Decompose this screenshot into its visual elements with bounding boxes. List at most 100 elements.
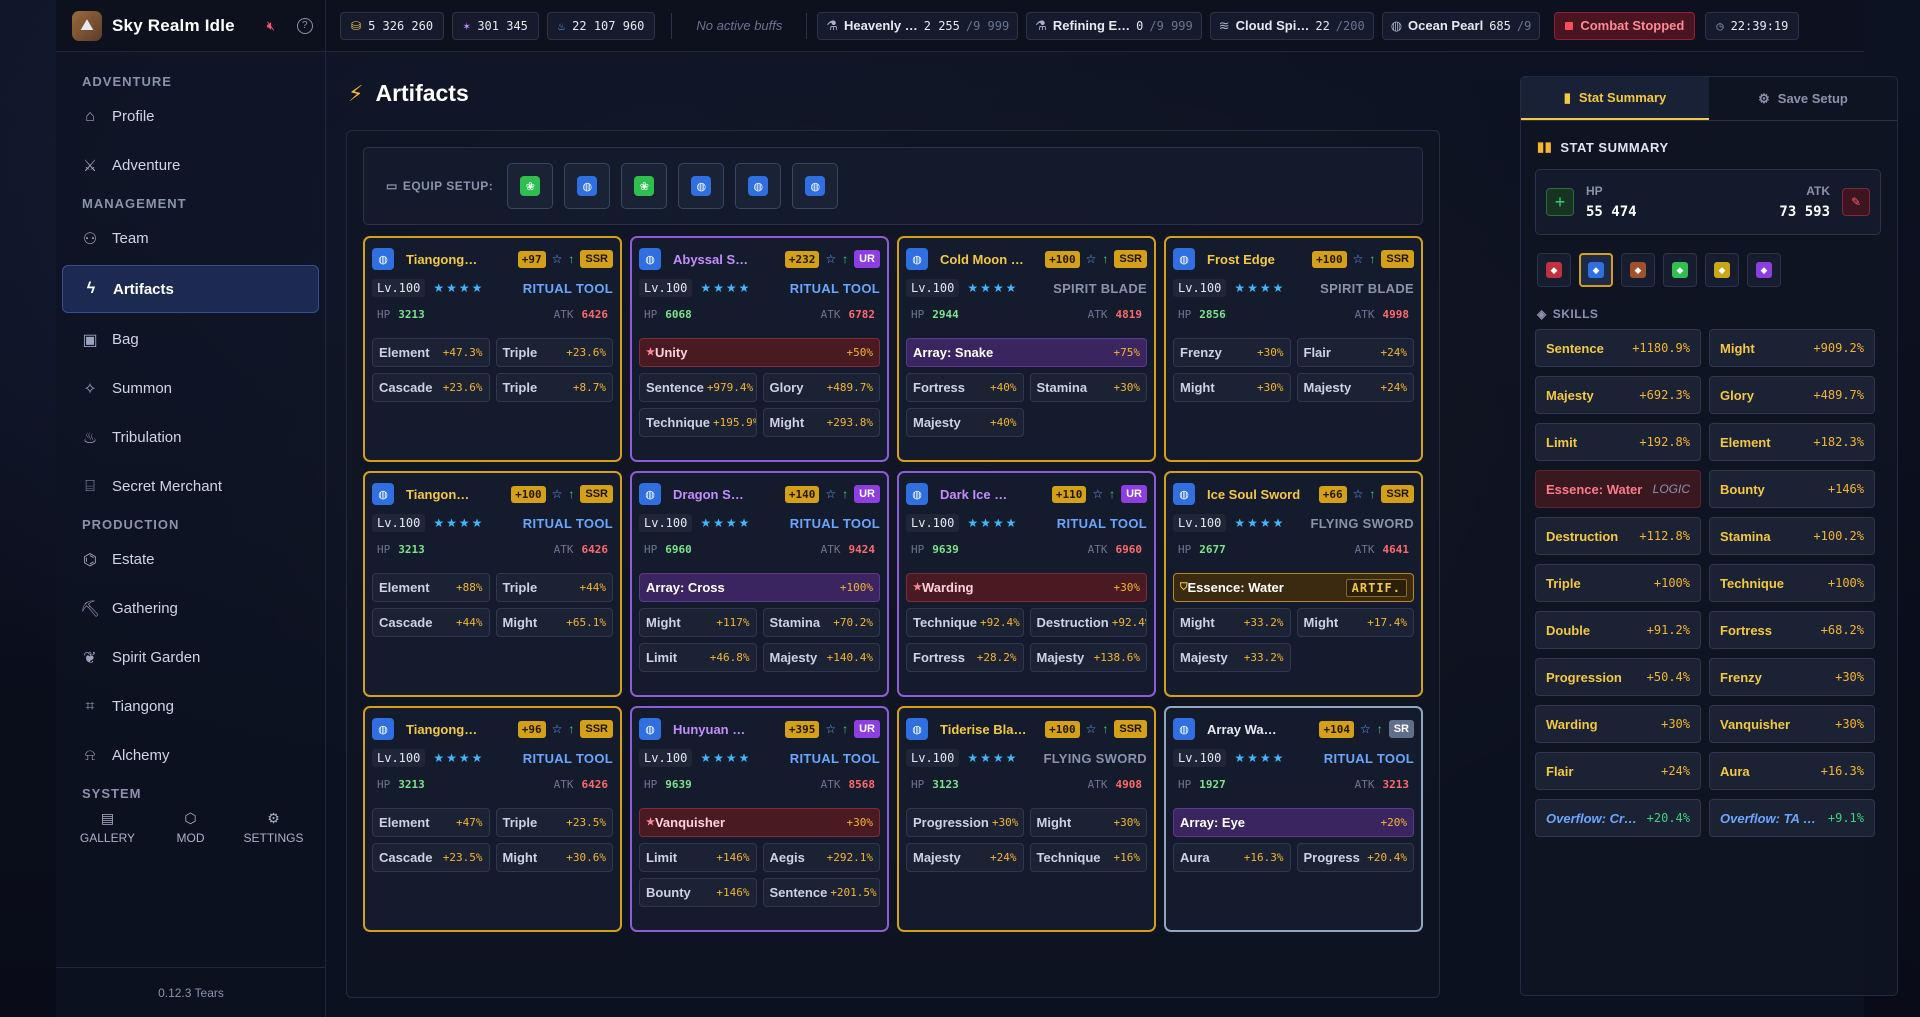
upgrade-arrow-icon[interactable]: ↑ — [842, 252, 848, 266]
artifact-card[interactable]: ◍ Ice Soul Sword +66 ☆ ↑ SSR Lv.100 ★★★★ FLYING … — [1164, 471, 1423, 697]
upgrade-arrow-icon[interactable]: ↑ — [1369, 252, 1375, 266]
equip-slot[interactable]: ◍ — [678, 163, 725, 209]
artifact-card[interactable]: ◍ Cold Moon … +100 ☆ ↑ SSR Lv.100 ★★★★ SPIRIT BL… — [897, 236, 1156, 462]
mute-icon[interactable]: 🔇︎ — [263, 18, 279, 34]
star-outline-icon[interactable]: ☆ — [825, 487, 836, 501]
special-affix: Array: Cross +100% — [639, 573, 880, 602]
sidebar-item-spirit-garden[interactable]: ❦ Spirit Garden — [62, 633, 319, 682]
artifact-card[interactable]: ◍ Abyssal S… +232 ☆ ↑ UR Lv.100 ★★★★ RITUAL TOOL… — [630, 236, 889, 462]
sidebar-item-secret-merchant[interactable]: ⌸ Secret Merchant — [62, 462, 319, 511]
artifact-card[interactable]: ◍ Tiangong… +97 ☆ ↑ SSR Lv.100 ★★★★ RITUAL TOOL H… — [363, 236, 622, 462]
star-outline-icon[interactable]: ☆ — [825, 252, 836, 266]
sidebar-item-alchemy[interactable]: ⍾ Alchemy — [62, 731, 319, 780]
upgrade-arrow-icon[interactable]: ↑ — [842, 487, 848, 501]
artifact-level-row: Lv.100 ★★★★ SPIRIT BLADE — [906, 278, 1147, 298]
star-outline-icon[interactable]: ☆ — [1086, 252, 1097, 266]
star-outline-icon[interactable]: ☆ — [1086, 722, 1097, 736]
substat-name: Might — [646, 615, 681, 630]
element-filter-water[interactable]: ◆ — [1579, 253, 1613, 287]
level-badge: Lv.100 — [639, 279, 693, 297]
rarity-badge: SSR — [1381, 485, 1414, 503]
artifact-card[interactable]: ◍ Tiangong… +96 ☆ ↑ SSR Lv.100 ★★★★ RITUAL TOOL H… — [363, 706, 622, 932]
star-outline-icon[interactable]: ☆ — [825, 722, 836, 736]
skill-item: Stamina +100.2% — [1709, 517, 1875, 555]
star-outline-icon[interactable]: ☆ — [552, 487, 563, 501]
sidebar-item-label: Summon — [112, 380, 173, 397]
element-filter-void[interactable]: ◆ — [1747, 253, 1781, 287]
combat-status-button[interactable]: Combat Stopped — [1554, 11, 1696, 40]
sidebar-item-bag[interactable]: ▣ Bag — [62, 315, 319, 364]
water-element-icon: ◍ — [372, 248, 394, 270]
tab-save-setup[interactable]: ⚙ Save Setup — [1709, 77, 1897, 120]
upgrade-arrow-icon[interactable]: ↑ — [842, 722, 848, 736]
upgrade-arrow-icon[interactable]: ↑ — [568, 487, 574, 501]
add-button[interactable]: + — [1546, 188, 1574, 216]
level-badge: Lv.100 — [1173, 279, 1227, 297]
water-element-icon: ◍ — [1173, 248, 1195, 270]
artifact-card[interactable]: ◍ Frost Edge +100 ☆ ↑ SSR Lv.100 ★★★★ SPIRIT BLA… — [1164, 236, 1423, 462]
sidebar-item-team[interactable]: ⚇ Team — [62, 214, 319, 263]
equip-slot[interactable]: ❀ — [621, 163, 668, 209]
sidebar-item-tiangong[interactable]: ⌗ Tiangong — [62, 682, 319, 731]
help-icon[interactable]: ? — [296, 17, 313, 34]
substat: Element +47% — [372, 808, 490, 837]
equip-slot[interactable]: ◍ — [792, 163, 839, 209]
rarity-badge: UR — [854, 485, 880, 503]
system-gallery-button[interactable]: ▤ GALLERY — [73, 810, 143, 845]
equip-slot[interactable]: ❀ — [507, 163, 554, 209]
skill-name: Limit — [1546, 434, 1578, 450]
artifact-card[interactable]: ◍ Array Wa… +104 ☆ ↑ SR Lv.100 ★★★★ RITUAL TOOL H… — [1164, 706, 1423, 932]
sidebar-item-summon[interactable]: ✧ Summon — [62, 364, 319, 413]
system-settings-button[interactable]: ⚙ SETTINGS — [239, 810, 309, 845]
edit-button[interactable]: ✎ — [1842, 188, 1870, 216]
substat: Sentence +201.5% — [762, 878, 880, 907]
resource-bar: ⛁ 5 326 260 ✶ 301 345 ♨ 22 107 960 — [332, 11, 656, 40]
equip-slot[interactable]: ◍ — [564, 163, 611, 209]
upgrade-arrow-icon[interactable]: ↑ — [1369, 487, 1375, 501]
sidebar-item-adventure[interactable]: ⚔ Adventure — [62, 141, 319, 190]
substat: Majesty +33.2% — [1173, 643, 1291, 672]
element-filter-metal[interactable]: ◆ — [1705, 253, 1739, 287]
upgrade-arrow-icon[interactable]: ↑ — [568, 722, 574, 736]
substat-name: Might — [1303, 615, 1339, 630]
sidebar-item-tribulation[interactable]: ♨ Tribulation — [62, 413, 319, 462]
artifact-level-row: Lv.100 ★★★★ RITUAL TOOL — [639, 513, 880, 533]
sidebar-item-profile[interactable]: ⌂ Profile — [62, 92, 319, 141]
artifact-header: ◍ Tiderise Bla… +100 ☆ ↑ SSR — [906, 716, 1147, 742]
sidebar-item-estate[interactable]: ⌬ Estate — [62, 535, 319, 584]
atk-label: ATK — [553, 542, 574, 556]
artifact-card[interactable]: ◍ Tiangon… +100 ☆ ↑ SSR Lv.100 ★★★★ RITUAL TOOL H… — [363, 471, 622, 697]
element-filter-earth[interactable]: ◆ — [1621, 253, 1655, 287]
substat-name: Might — [1180, 615, 1215, 630]
equip-slot[interactable]: ◍ — [735, 163, 782, 209]
star-outline-icon[interactable]: ☆ — [552, 722, 563, 736]
upgrade-arrow-icon[interactable]: ↑ — [568, 252, 574, 266]
artifact-card[interactable]: ◍ Hunyuan … +395 ☆ ↑ UR Lv.100 ★★★★ RITUAL TOOL H… — [630, 706, 889, 932]
artifact-card[interactable]: ◍ Dragon S… +140 ☆ ↑ UR Lv.100 ★★★★ RITUAL TOOL H… — [630, 471, 889, 697]
atk-label: ATK — [820, 542, 841, 556]
sidebar-item-artifacts[interactable]: ϟ Artifacts — [62, 265, 319, 313]
upgrade-arrow-icon[interactable]: ↑ — [1102, 722, 1108, 736]
upgrade-arrow-icon[interactable]: ↑ — [1109, 487, 1115, 501]
element-filter-wood[interactable]: ◆ — [1663, 253, 1697, 287]
hp-label: HP — [1178, 307, 1192, 321]
system-mod-button[interactable]: ⬡ MOD — [156, 810, 226, 845]
rarity-badge: UR — [854, 720, 880, 738]
sidebar-item-label: Artifacts — [113, 280, 174, 298]
upgrade-arrow-icon[interactable]: ↑ — [1377, 722, 1383, 736]
substat: Cascade +23.6% — [372, 373, 490, 402]
star-outline-icon[interactable]: ☆ — [552, 252, 563, 266]
artifact-card[interactable]: ◍ Tiderise Bla… +100 ☆ ↑ SSR Lv.100 ★★★★ FLYING … — [897, 706, 1156, 932]
star-outline-icon[interactable]: ☆ — [1353, 487, 1364, 501]
element-filter-fire[interactable]: ◆ — [1537, 253, 1571, 287]
tab-stat-summary[interactable]: ▮ Stat Summary — [1521, 77, 1709, 120]
substat-name: Technique — [913, 615, 978, 630]
star-outline-icon[interactable]: ☆ — [1092, 487, 1103, 501]
star-outline-icon[interactable]: ☆ — [1360, 722, 1371, 736]
star-outline-icon[interactable]: ☆ — [1353, 252, 1364, 266]
artifact-base-stats: HP 2677 ATK 4641 — [1173, 539, 1414, 559]
sidebar-item-gathering[interactable]: ⛏ Gathering — [62, 584, 319, 633]
upgrade-arrow-icon[interactable]: ↑ — [1102, 252, 1108, 266]
bar-chart-icon: ▮ — [1563, 89, 1571, 105]
artifact-card[interactable]: ◍ Dark Ice … +110 ☆ ↑ UR Lv.100 ★★★★ RITUAL TOOL… — [897, 471, 1156, 697]
